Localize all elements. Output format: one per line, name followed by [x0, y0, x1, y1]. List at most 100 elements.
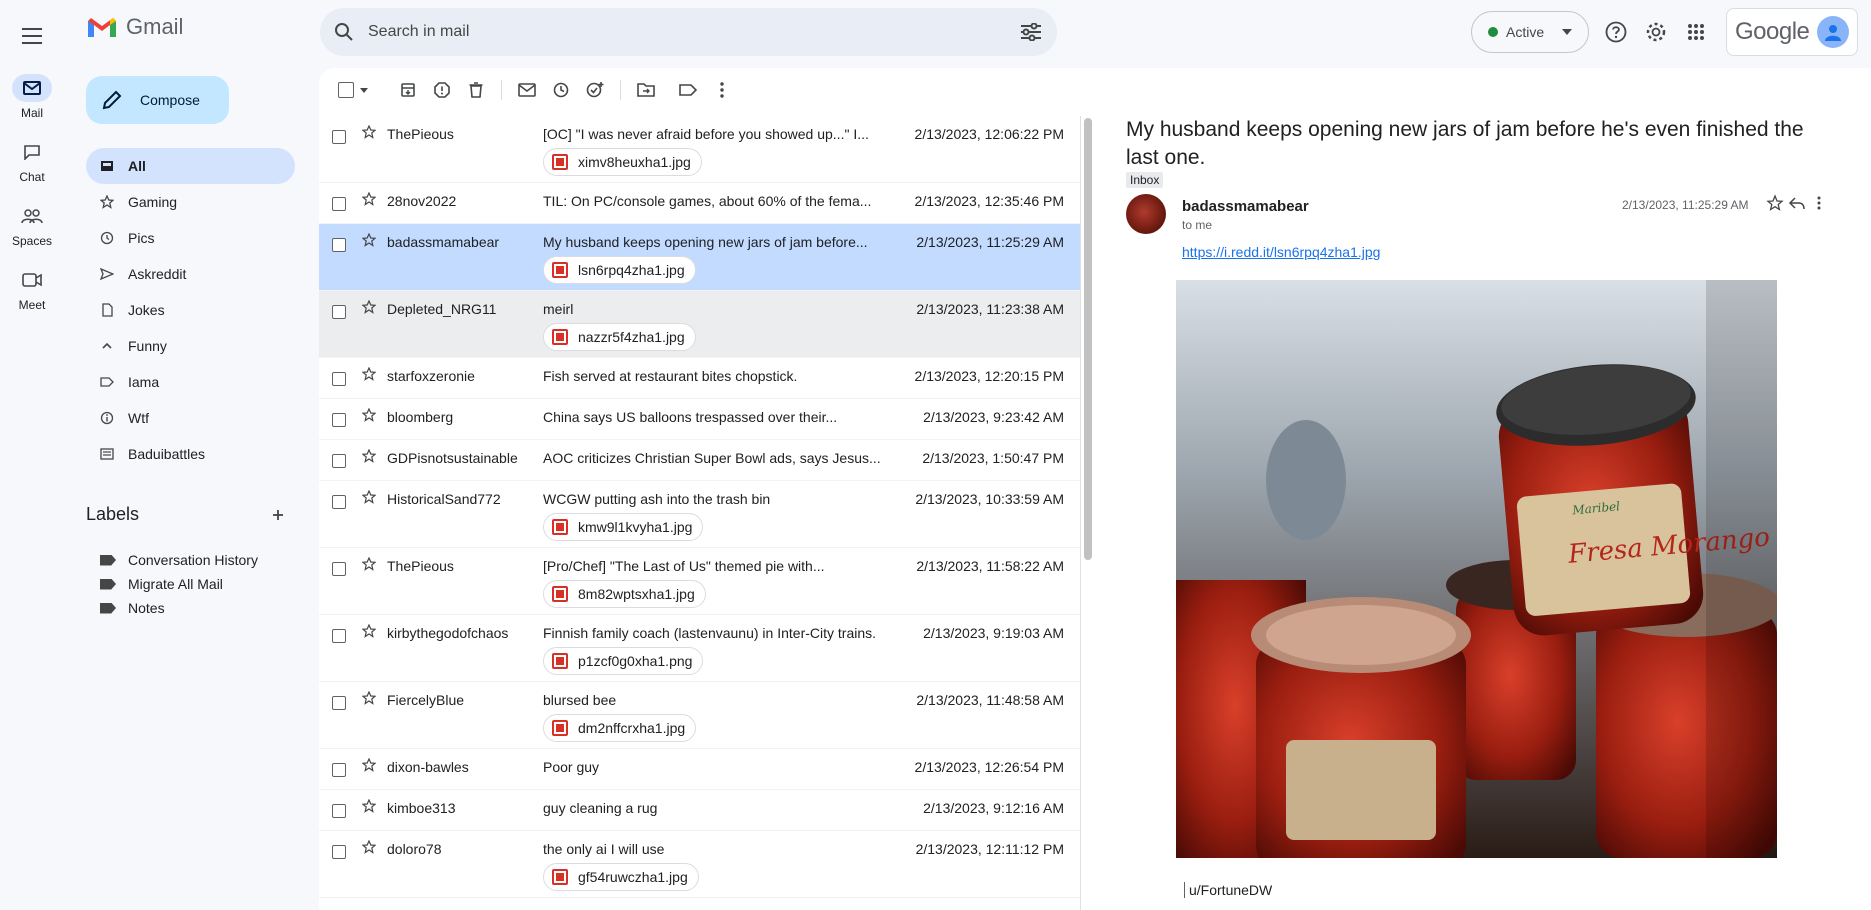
sidebar-item-askreddit[interactable]: Askreddit — [86, 256, 295, 292]
sidebar-item-wtf[interactable]: Wtf — [86, 400, 295, 436]
email-row[interactable]: Depleted_NRG11 meirl nazzr5f4zha1.jpg 2/13/… — [319, 291, 1080, 358]
email-row[interactable]: badassmamabear My husband keeps opening n… — [319, 224, 1080, 291]
attachment-chip[interactable]: lsn6rpq4zha1.jpg — [543, 256, 696, 284]
star-icon[interactable] — [362, 490, 376, 504]
row-checkbox[interactable] — [332, 562, 346, 576]
star-icon[interactable] — [362, 367, 376, 381]
select-all-checkbox[interactable] — [335, 73, 357, 107]
sidebar-item-baduibattles[interactable]: Baduibattles — [86, 436, 295, 472]
row-checkbox[interactable] — [332, 495, 346, 509]
report-spam-button[interactable] — [425, 73, 459, 107]
archive-button[interactable] — [391, 73, 425, 107]
message-link[interactable]: https://i.redd.it/lsn6rpq4zha1.jpg — [1182, 244, 1380, 260]
row-checkbox[interactable] — [332, 629, 346, 643]
star-icon[interactable] — [1766, 194, 1784, 212]
email-row[interactable]: 28nov2022 TIL: On PC/console games, about… — [319, 183, 1080, 224]
star-icon[interactable] — [362, 192, 376, 206]
search-input[interactable] — [368, 23, 1005, 41]
sidebar-item-pics[interactable]: Pics — [86, 220, 295, 256]
email-row[interactable]: starfoxzeronie Fish served at restaurant … — [319, 358, 1080, 399]
email-row[interactable]: FiercelyBlue blursed bee dm2nffcrxha1.jpg 2… — [319, 682, 1080, 749]
attachment-chip[interactable]: gf54ruwczha1.jpg — [543, 863, 699, 891]
rail-chat[interactable]: Chat — [0, 138, 64, 184]
sidebar-item-funny[interactable]: Funny — [86, 328, 295, 364]
sidebar-item-gaming[interactable]: Gaming — [86, 184, 295, 220]
compose-button[interactable]: Compose — [86, 76, 229, 124]
sender-name[interactable]: badassmamabear — [1182, 198, 1309, 215]
search-icon[interactable] — [334, 22, 354, 42]
sidebar-item-label: Wtf — [128, 410, 149, 426]
mark-unread-button[interactable] — [510, 73, 544, 107]
email-row[interactable]: kimboe313 guy cleaning a rug 2/13/2023, 9:… — [319, 790, 1080, 831]
star-icon[interactable] — [362, 624, 376, 638]
attachment-chip[interactable]: kmw9l1kvyha1.jpg — [543, 513, 704, 541]
support-button[interactable] — [1600, 16, 1632, 48]
account-switcher[interactable]: Google — [1726, 8, 1858, 56]
star-icon[interactable] — [362, 233, 376, 247]
apps-button[interactable] — [1680, 16, 1712, 48]
message-image[interactable]: Fresa Morango Maribel — [1176, 280, 1777, 858]
email-row[interactable]: GDPisnotsustainable AOC criticizes Christ… — [319, 440, 1080, 481]
row-checkbox[interactable] — [332, 804, 346, 818]
sidebar-item-all[interactable]: All — [86, 148, 295, 184]
star-icon[interactable] — [362, 408, 376, 422]
star-icon[interactable] — [362, 691, 376, 705]
star-icon[interactable] — [362, 300, 376, 314]
email-row[interactable]: bloomberg China says US balloons trespass… — [319, 399, 1080, 440]
star-icon[interactable] — [362, 449, 376, 463]
row-checkbox[interactable] — [332, 305, 346, 319]
recipient-line[interactable]: to me — [1182, 218, 1212, 232]
search-options-icon[interactable] — [1020, 23, 1042, 41]
attachment-chip[interactable]: 8m82wptsxha1.jpg — [543, 580, 706, 608]
row-checkbox[interactable] — [332, 413, 346, 427]
delete-button[interactable] — [459, 73, 493, 107]
row-checkbox[interactable] — [332, 763, 346, 777]
sidebar-item-iama[interactable]: Iama — [86, 364, 295, 400]
attachment-chip[interactable]: nazzr5f4zha1.jpg — [543, 323, 696, 351]
gmail-logo[interactable]: Gmail — [86, 14, 183, 40]
star-icon[interactable] — [362, 557, 376, 571]
row-checkbox[interactable] — [332, 845, 346, 859]
main-menu-button[interactable] — [14, 18, 50, 54]
star-icon[interactable] — [362, 125, 376, 139]
label-migrate-all-mail[interactable]: Migrate All Mail — [100, 572, 258, 596]
attachment-chip[interactable]: p1zcf0g0xha1.png — [543, 647, 704, 675]
plus-icon[interactable] — [271, 508, 285, 522]
star-icon[interactable] — [362, 840, 376, 854]
sidebar-item-jokes[interactable]: Jokes — [86, 292, 295, 328]
inbox-badge[interactable]: Inbox — [1126, 172, 1164, 188]
more-button[interactable] — [705, 73, 739, 107]
status-selector[interactable]: Active — [1471, 11, 1589, 53]
rail-meet[interactable]: Meet — [0, 266, 64, 312]
attachment-chip[interactable]: dm2nffcrxha1.jpg — [543, 714, 697, 742]
email-row[interactable]: doloro78 the only ai I will use gf54ruwczh… — [319, 831, 1080, 898]
rail-spaces[interactable]: Spaces — [0, 202, 64, 248]
snooze-button[interactable] — [544, 73, 578, 107]
email-row[interactable]: ThePieous [OC] "I was never afraid before… — [319, 116, 1080, 183]
email-row[interactable]: dixon-bawles Poor guy 2/13/2023, 12:26:54 … — [319, 749, 1080, 790]
attachment-chip[interactable]: ximv8heuxha1.jpg — [543, 148, 702, 176]
more-vert-icon[interactable] — [1810, 194, 1828, 212]
move-to-button[interactable] — [629, 73, 663, 107]
label-notes[interactable]: Notes — [100, 596, 258, 620]
row-checkbox[interactable] — [332, 372, 346, 386]
email-row[interactable]: HistoricalSand772 WCGW putting ash into t… — [319, 481, 1080, 548]
add-to-tasks-button[interactable] — [578, 73, 612, 107]
email-row[interactable]: kirbythegodofchaos Finnish family coach (… — [319, 615, 1080, 682]
row-checkbox[interactable] — [332, 130, 346, 144]
search-bar[interactable] — [320, 8, 1057, 56]
reply-icon[interactable] — [1788, 194, 1806, 212]
email-row[interactable]: ThePieous [Pro/Chef] "The Last of Us" the… — [319, 548, 1080, 615]
list-scrollbar[interactable] — [1084, 118, 1092, 560]
row-checkbox[interactable] — [332, 197, 346, 211]
label-conversation-history[interactable]: Conversation History — [100, 548, 258, 572]
settings-button[interactable] — [1640, 16, 1672, 48]
star-icon[interactable] — [362, 799, 376, 813]
row-checkbox[interactable] — [332, 454, 346, 468]
row-checkbox[interactable] — [332, 696, 346, 710]
row-checkbox[interactable] — [332, 238, 346, 252]
star-icon[interactable] — [362, 758, 376, 772]
labels-button[interactable] — [671, 73, 705, 107]
select-menu-button[interactable] — [357, 73, 371, 107]
rail-mail[interactable]: Mail — [0, 74, 64, 120]
